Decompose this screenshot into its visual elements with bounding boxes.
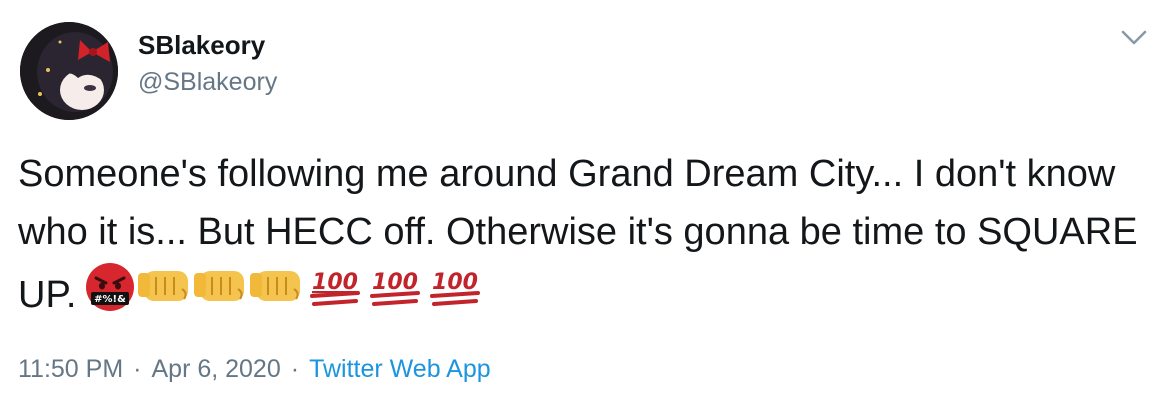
fist-bump-icon [250,271,301,301]
fist-bump-icon [138,271,189,301]
avatar[interactable] [20,22,118,120]
display-name[interactable]: SBlakeory [138,30,265,60]
avatar-illustration [20,22,118,120]
hundred-points-icon: 100 [370,270,421,306]
angry-swearing-face-icon: #%!& [86,263,135,311]
tweet-date[interactable]: Apr 6, 2020 [151,355,280,383]
meta-separator: · [133,355,142,383]
hundred-label: 100 [372,270,418,295]
fist-bump-icon [194,271,245,301]
tweet-meta: 11:50 PM · Apr 6, 2020 · Twitter Web App [18,354,491,384]
emoji-sequence: #%!& 100 100 100 [84,261,484,313]
swear-symbols: #%!& [95,294,127,305]
tweet-source-link[interactable]: Twitter Web App [309,355,491,383]
hundred-points-icon: 100 [310,270,361,306]
user-handle[interactable]: @SBlakeory [138,67,277,97]
meta-separator: · [290,355,300,383]
tweet-text: Someone's following me around Grand Drea… [18,145,1158,324]
hundred-points-icon: 100 [430,270,481,306]
tweet-time[interactable]: 11:50 PM [18,355,123,383]
chevron-down-icon[interactable] [1120,28,1148,48]
hundred-label: 100 [312,270,358,295]
hundred-label: 100 [432,270,478,295]
